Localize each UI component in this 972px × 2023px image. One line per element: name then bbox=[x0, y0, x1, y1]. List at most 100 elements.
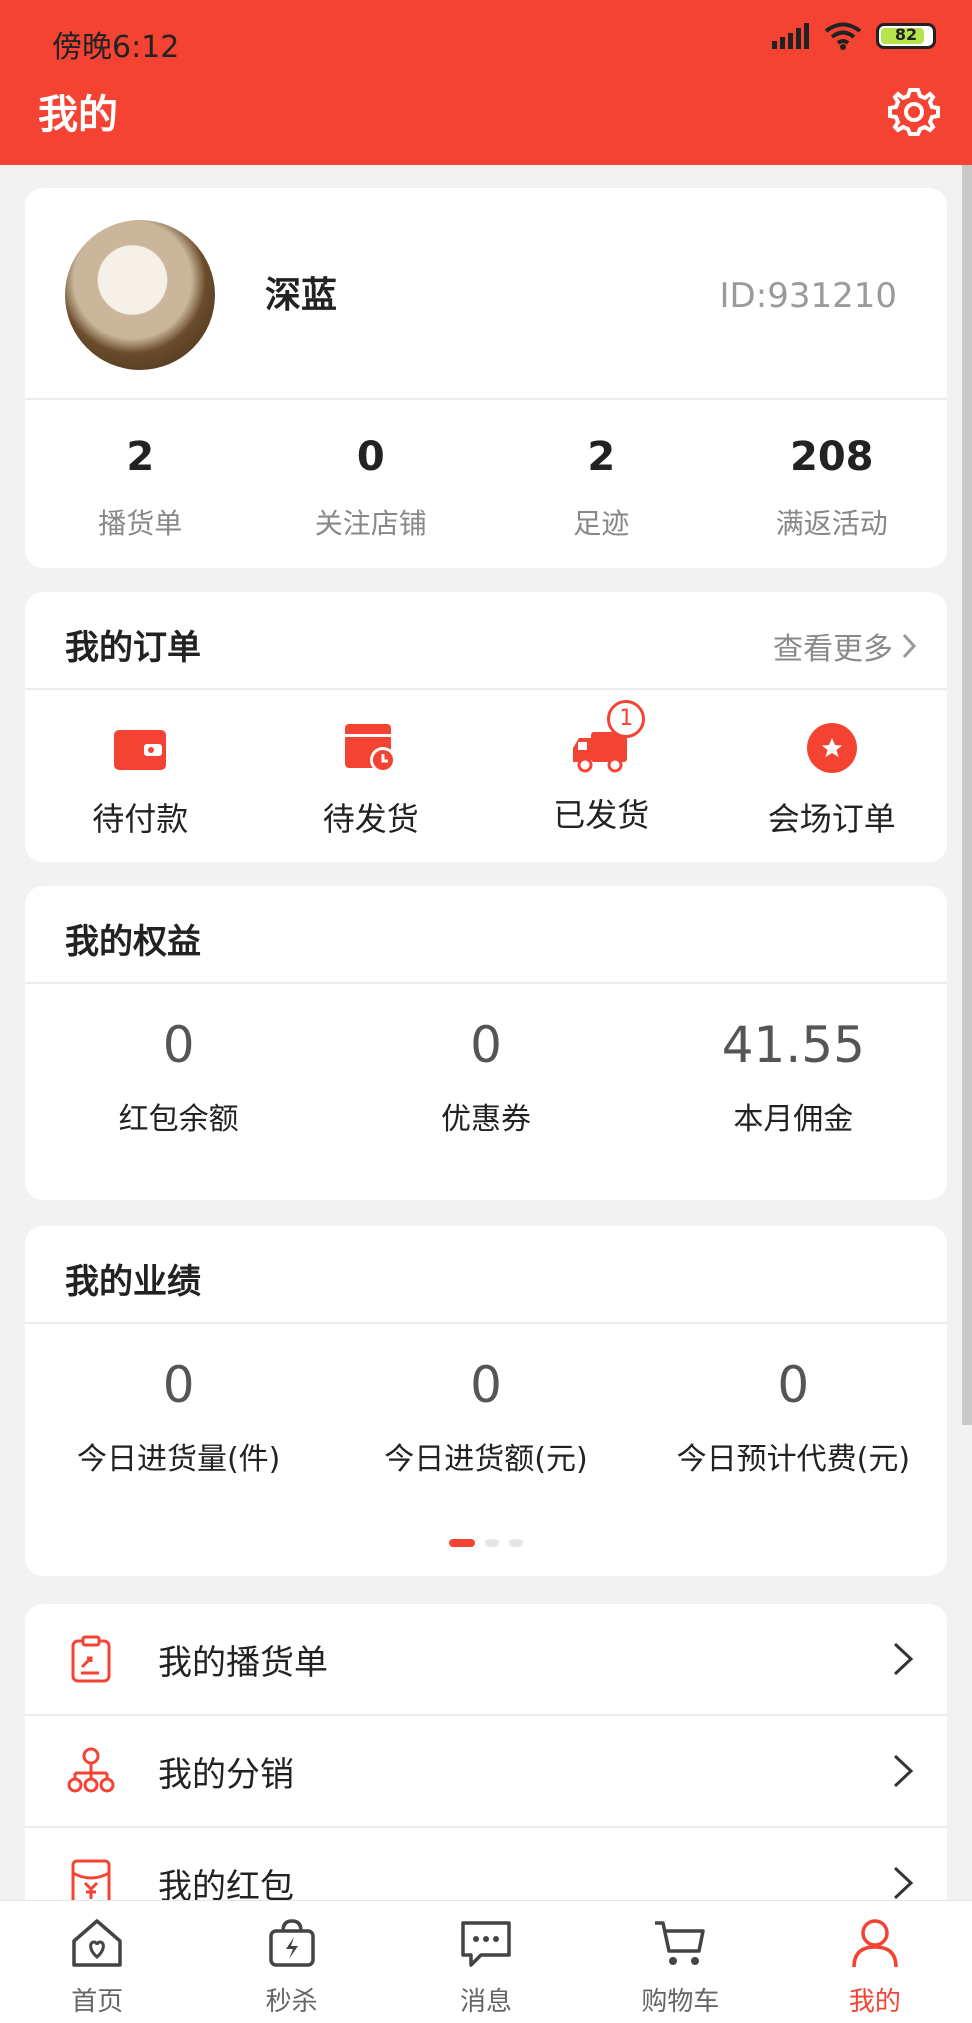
order-pending-shipment[interactable]: 待发货 bbox=[256, 688, 487, 862]
menu-item-broadcast-list[interactable]: 我的播货单 bbox=[25, 1604, 947, 1714]
stat-label: 播货单 bbox=[98, 507, 183, 540]
rights-card: 我的权益 0 红包余额 0 优惠券 41.55 本月佣金 bbox=[25, 886, 947, 1200]
user-icon bbox=[852, 1919, 898, 1968]
tab-home[interactable]: 首页 bbox=[0, 1901, 194, 2023]
stat-label: 关注店铺 bbox=[314, 507, 427, 540]
username: 深蓝 bbox=[265, 275, 338, 316]
tab-label: 我的 bbox=[848, 1987, 901, 2017]
perf-label: 今日进货额(元) bbox=[384, 1442, 588, 1477]
carousel-indicator[interactable] bbox=[25, 1539, 947, 1549]
cart-icon bbox=[655, 1921, 706, 1965]
stat-value: 2 bbox=[587, 434, 616, 480]
page-title: 我的 bbox=[38, 92, 118, 138]
rights-monthly-commission[interactable]: 41.55 本月佣金 bbox=[640, 986, 947, 1196]
stat-promotions[interactable]: 208 满返活动 bbox=[717, 398, 948, 568]
stat-footprints[interactable]: 2 足迹 bbox=[486, 398, 717, 568]
carousel-dot bbox=[485, 1539, 499, 1547]
order-venue[interactable]: 会场订单 bbox=[717, 688, 948, 862]
scrollbar[interactable] bbox=[962, 165, 972, 1425]
chevron-right-icon bbox=[902, 633, 917, 659]
rights-red-packet-balance[interactable]: 0 红包余额 bbox=[25, 986, 332, 1196]
home-icon bbox=[72, 1919, 122, 1967]
menu-item-distribution[interactable]: 我的分销 bbox=[25, 1716, 947, 1826]
flash-bag-icon bbox=[268, 1919, 315, 1967]
rights-value: 0 bbox=[162, 1016, 195, 1074]
order-label: 待付款 bbox=[92, 800, 189, 838]
gear-icon[interactable] bbox=[886, 84, 942, 140]
wifi-icon bbox=[824, 22, 862, 50]
tab-flash-sale[interactable]: 秒杀 bbox=[194, 1901, 388, 2023]
tab-profile[interactable]: 我的 bbox=[778, 1901, 972, 2023]
order-shipped[interactable]: 1 已发货 bbox=[486, 688, 717, 862]
stat-value: 208 bbox=[790, 434, 874, 480]
battery-icon: 82 bbox=[876, 23, 936, 49]
network-icon bbox=[67, 1747, 115, 1793]
order-pending-payment[interactable]: 待付款 bbox=[25, 688, 256, 862]
tab-cart[interactable]: 购物车 bbox=[583, 1901, 777, 2023]
shipped-badge: 1 bbox=[607, 700, 646, 738]
chevron-right-icon bbox=[893, 1754, 914, 1788]
perf-value: 0 bbox=[470, 1356, 502, 1414]
profile-stats: 2 播货单 0 关注店铺 2 足迹 208 满返活动 bbox=[25, 398, 947, 568]
bottom-tab-bar: 首页 秒杀 消息 购物车 我的 bbox=[0, 1900, 972, 2023]
stat-followed-shops[interactable]: 0 关注店铺 bbox=[256, 398, 487, 568]
perf-today-quantity: 0 今日进货量(件) bbox=[25, 1326, 332, 1536]
avatar[interactable] bbox=[65, 220, 215, 370]
menu-item-label: 我的播货单 bbox=[158, 1642, 328, 1683]
wallet-icon bbox=[114, 730, 167, 770]
rights-coupons[interactable]: 0 优惠券 bbox=[332, 986, 639, 1196]
chevron-right-icon bbox=[893, 1866, 914, 1900]
order-label: 会场订单 bbox=[767, 800, 896, 838]
perf-today-amount: 0 今日进货额(元) bbox=[332, 1326, 639, 1536]
user-id: ID:931210 bbox=[719, 276, 897, 316]
carousel-dot bbox=[509, 1539, 523, 1547]
profile-card: 深蓝 ID:931210 2 播货单 0 关注店铺 2 足迹 208 满返活动 bbox=[25, 188, 947, 568]
chevron-right-icon bbox=[893, 1642, 914, 1676]
rights-title: 我的权益 bbox=[65, 922, 201, 962]
carousel-dot-active bbox=[449, 1539, 475, 1547]
pending-ship-icon bbox=[344, 724, 396, 773]
app-header: 傍晚6:12 82 我的 bbox=[0, 0, 972, 165]
message-icon bbox=[461, 1921, 511, 1967]
divider bbox=[25, 982, 947, 984]
performance-title: 我的业绩 bbox=[65, 1262, 201, 1302]
orders-title: 我的订单 bbox=[65, 628, 201, 668]
stat-label: 足迹 bbox=[573, 507, 630, 540]
rights-label: 红包余额 bbox=[118, 1102, 239, 1137]
tab-label: 秒杀 bbox=[265, 1987, 318, 2017]
star-circle-icon bbox=[806, 723, 857, 773]
order-label: 待发货 bbox=[322, 800, 419, 838]
status-bar: 傍晚6:12 82 bbox=[0, 0, 972, 80]
battery-level: 82 bbox=[894, 25, 918, 44]
orders-card: 我的订单 查看更多 待付款 待发货 1 已发货 会场订单 bbox=[25, 592, 947, 862]
performance-row: 0 今日进货量(件) 0 今日进货额(元) 0 今日预计代费(元) bbox=[25, 1326, 947, 1536]
perf-value: 0 bbox=[162, 1356, 195, 1414]
stat-label: 满返活动 bbox=[775, 507, 888, 540]
tab-messages[interactable]: 消息 bbox=[389, 1901, 583, 2023]
divider bbox=[25, 1322, 947, 1324]
view-more-label: 查看更多 bbox=[773, 632, 893, 667]
status-time: 傍晚6:12 bbox=[52, 30, 180, 65]
perf-today-estimate: 0 今日预计代费(元) bbox=[640, 1326, 947, 1536]
order-status-row: 待付款 待发货 1 已发货 会场订单 bbox=[25, 688, 947, 862]
stat-value: 2 bbox=[126, 434, 155, 480]
rights-row: 0 红包余额 0 优惠券 41.55 本月佣金 bbox=[25, 986, 947, 1196]
view-more-link[interactable]: 查看更多 bbox=[773, 624, 917, 668]
status-icons: 82 bbox=[772, 22, 936, 50]
stat-broadcast-list[interactable]: 2 播货单 bbox=[25, 398, 256, 568]
perf-label: 今日进货量(件) bbox=[76, 1442, 281, 1477]
tab-label: 消息 bbox=[460, 1987, 513, 2017]
order-label: 已发货 bbox=[553, 796, 650, 834]
clipboard-icon bbox=[71, 1635, 111, 1683]
rights-value: 0 bbox=[470, 1016, 502, 1074]
tab-label: 首页 bbox=[71, 1987, 124, 2017]
rights-value: 41.55 bbox=[721, 1016, 865, 1074]
rights-label: 本月佣金 bbox=[733, 1102, 854, 1137]
rights-label: 优惠券 bbox=[440, 1102, 531, 1137]
stat-value: 0 bbox=[356, 434, 385, 480]
performance-card: 我的业绩 0 今日进货量(件) 0 今日进货额(元) 0 今日预计代费(元) bbox=[25, 1226, 947, 1576]
perf-value: 0 bbox=[777, 1356, 810, 1414]
signal-icon bbox=[772, 23, 809, 49]
tab-label: 购物车 bbox=[641, 1987, 720, 2017]
menu-item-label: 我的分销 bbox=[158, 1754, 294, 1795]
